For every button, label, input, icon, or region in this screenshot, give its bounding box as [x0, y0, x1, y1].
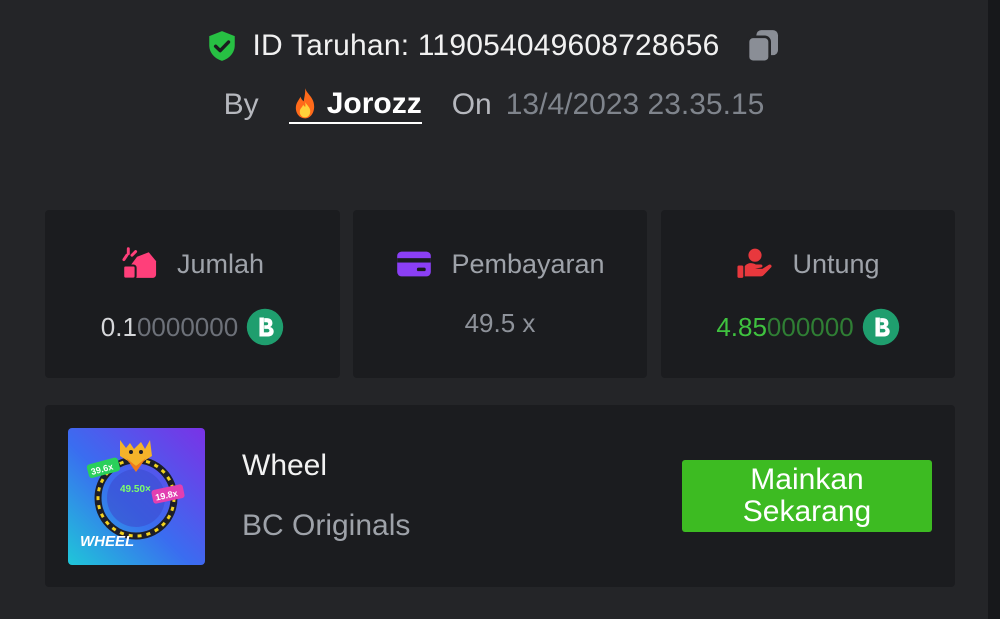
- flame-icon: [295, 87, 314, 118]
- stat-card-payout: Pembayaran 49.5 x: [353, 210, 647, 378]
- user-profile-link[interactable]: Jorozz: [288, 86, 422, 124]
- stat-card-amount: Jumlah 0.10000000: [45, 210, 340, 378]
- game-name: Wheel: [242, 449, 328, 482]
- username: Jorozz: [326, 86, 422, 120]
- thumb-center-text: 49.50×: [120, 484, 151, 495]
- author-row: By Jorozz On 13/4/2023 23.35.15: [0, 82, 988, 128]
- game-thumbnail[interactable]: 49.50× 39.6x 19.8x WHEEL: [68, 428, 205, 565]
- stat-value-amount-trailing: 0000000: [136, 311, 239, 342]
- profit-hand-icon: [737, 248, 773, 278]
- stat-value-payout: 49.5 x: [464, 308, 536, 338]
- verified-shield-icon: [208, 31, 235, 61]
- game-card: 49.50× 39.6x 19.8x WHEEL Wheel BC Origin…: [45, 405, 955, 587]
- play-now-button[interactable]: Mainkan Sekarang: [682, 460, 932, 532]
- stat-value-amount-main: 0.1: [100, 311, 137, 342]
- stat-card-profit: Untung 4.85000000: [661, 210, 955, 378]
- stat-value-amount: 0.10000000: [101, 312, 238, 343]
- bc-coin-icon: [862, 308, 899, 346]
- stat-title-amount: Jumlah: [176, 248, 265, 279]
- stat-value-profit-trailing: 000000: [766, 311, 854, 342]
- stat-value-profit-main: 4.85: [716, 311, 767, 342]
- stat-title-profit: Untung: [792, 248, 880, 279]
- stat-title-payout: Pembayaran: [451, 248, 605, 279]
- copy-icon[interactable]: [743, 26, 783, 66]
- game-provider: BC Originals: [242, 509, 411, 542]
- bc-coin-icon: [246, 308, 284, 346]
- by-label: By: [223, 88, 259, 121]
- bet-id-row: ID Taruhan: 119054049608728656: [0, 24, 988, 68]
- stat-value-profit: 4.85000000: [716, 312, 853, 343]
- panel-edge: [988, 0, 1000, 619]
- bet-details-panel: ID Taruhan: 119054049608728656 By Jorozz…: [0, 0, 988, 619]
- bet-id-label: ID Taruhan: 119054049608728656: [252, 29, 720, 62]
- card-icon: [397, 251, 432, 277]
- on-label: On: [451, 88, 492, 121]
- thumb-title: WHEEL: [80, 533, 134, 550]
- bet-timestamp: 13/4/2023 23.35.15: [505, 88, 765, 121]
- bet-amount-icon: [122, 247, 157, 280]
